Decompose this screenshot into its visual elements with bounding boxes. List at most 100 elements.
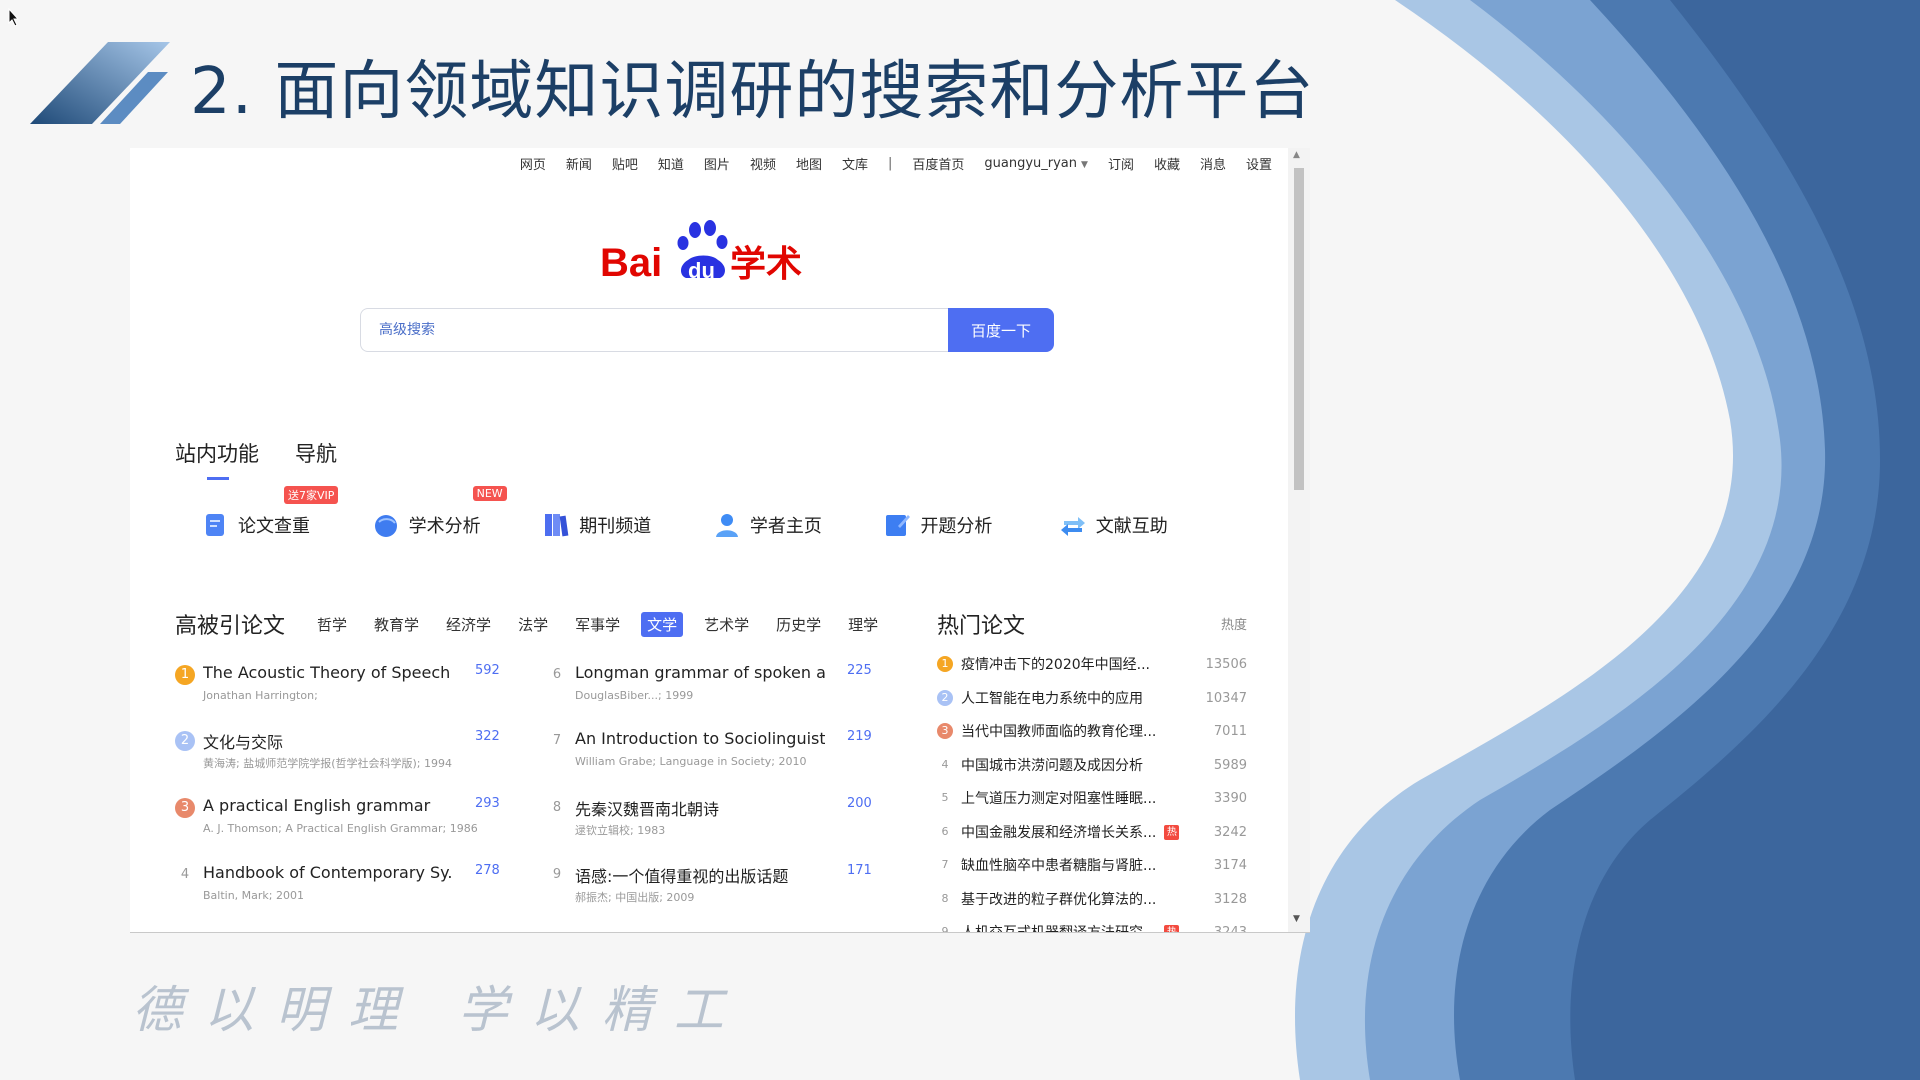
highly-cited-header: 高被引论文 哲学 教育学 经济学 法学 军事学 文学 艺术学 历史学 理学 xyxy=(175,608,899,640)
paper-item[interactable]: 9 语感:一个值得重视的出版话题 郝振杰; 中国出版; 2009 171 xyxy=(547,863,907,923)
subject-tab-literature[interactable]: 文学 xyxy=(641,611,684,637)
nav-link-web[interactable]: 网页 xyxy=(520,154,546,173)
rank-number: 7 xyxy=(941,858,949,871)
subject-tab-law[interactable]: 法学 xyxy=(512,612,554,637)
hot-paper-item[interactable]: 1 疫情冲击下的2020年中国经... 13506 xyxy=(937,653,1247,675)
rank-medal-icon: 2 xyxy=(937,690,953,706)
nav-link-news[interactable]: 新闻 xyxy=(566,154,592,173)
feature-literature-help[interactable]: 文献互助 xyxy=(1060,512,1202,538)
user-menu[interactable]: guangyu_ryan ▼ xyxy=(984,156,1088,171)
feature-proposal-analysis[interactable]: 开题分析 xyxy=(884,512,1059,538)
paper-meta: Jonathan Harrington; xyxy=(203,689,318,702)
nav-link-zhidao[interactable]: 知道 xyxy=(658,154,684,173)
hot-paper-item[interactable]: 8 基于改进的粒子群优化算法的... 3128 xyxy=(937,888,1248,910)
hot-paper-title[interactable]: 缺血性脑卒中患者糖脂与肾脏... xyxy=(961,855,1156,875)
rank-number: 9 xyxy=(552,867,562,882)
search-button[interactable]: 百度一下 xyxy=(948,308,1054,352)
hot-value: 5989 xyxy=(1213,757,1247,773)
hot-paper-item[interactable]: 6 中国金融发展和经济增长关系... 热 3242 xyxy=(937,821,1247,843)
paper-item[interactable]: 7 An Introduction to Sociolinguist... Wi… xyxy=(547,729,907,789)
hot-paper-title[interactable]: 上气道压力测定对阻塞性睡眠... xyxy=(961,788,1156,808)
hot-sort-label[interactable]: 热度 xyxy=(1221,614,1247,633)
paper-title[interactable]: Handbook of Contemporary Sy... xyxy=(203,863,453,882)
feature-scholar-homepage[interactable]: 学者主页 xyxy=(714,512,885,538)
paper-title[interactable]: An Introduction to Sociolinguist... xyxy=(575,729,825,748)
feature-label: 文献互助 xyxy=(1095,516,1168,537)
feature-label: 期刊频道 xyxy=(579,516,652,537)
paper-item[interactable]: 8 先秦汉魏晋南北朝诗 逯钦立辑校; 1983 200 xyxy=(547,796,907,856)
rank-number: 8 xyxy=(941,892,949,905)
hot-paper-title[interactable]: 人工智能在电力系统中的应用 xyxy=(961,688,1143,708)
feature-label: 学术分析 xyxy=(408,516,481,537)
calligraphy-motto: 德以明理 学以精工 xyxy=(132,981,746,1039)
citation-count: 225 xyxy=(847,663,872,678)
paper-item[interactable]: 3 A practical English grammar A. J. Thom… xyxy=(175,796,535,856)
search-input[interactable] xyxy=(361,309,950,351)
baidu-scholar-logo[interactable]: Bai du 学术 xyxy=(600,218,840,288)
hot-paper-title[interactable]: 当代中国教师面临的教育伦理... xyxy=(961,721,1156,741)
hot-paper-title[interactable]: 疫情冲击下的2020年中国经... xyxy=(961,654,1150,674)
paper-meta: 逯钦立辑校; 1983 xyxy=(575,824,666,837)
subject-tab-philosophy[interactable]: 哲学 xyxy=(311,612,353,637)
nav-separator: | xyxy=(887,156,893,171)
paper-title[interactable]: Longman grammar of spoken a... xyxy=(575,663,825,682)
feature-academic-analysis[interactable]: 学术分析 NEW xyxy=(373,486,544,538)
chevron-down-icon: ▼ xyxy=(1081,160,1088,170)
paper-meta: 黄海涛; 盐城师范学院学报(哲学社会科学版); 1994 xyxy=(203,757,452,770)
nav-link-map[interactable]: 地图 xyxy=(796,154,822,173)
tab-site-functions[interactable]: 站内功能 xyxy=(175,438,259,480)
subject-tab-history[interactable]: 历史学 xyxy=(770,612,827,637)
nav-link-baidu-home[interactable]: 百度首页 xyxy=(912,154,964,173)
feature-plagiarism-check[interactable]: 论文查重 送7家VIP xyxy=(202,486,373,538)
scholar-person-icon xyxy=(715,514,738,537)
paper-title[interactable]: A practical English grammar xyxy=(203,796,453,815)
nav-link-settings[interactable]: 设置 xyxy=(1246,154,1272,173)
hot-paper-item[interactable]: 3 当代中国教师面临的教育伦理... 7011 xyxy=(937,720,1247,742)
paper-item[interactable]: 2 文化与交际 黄海涛; 盐城师范学院学报(哲学社会科学版); 1994 322 xyxy=(175,729,535,789)
nav-link-messages[interactable]: 消息 xyxy=(1200,154,1226,173)
citation-count: 219 xyxy=(847,729,872,744)
feature-journal-channel[interactable]: 期刊频道 xyxy=(543,512,714,538)
vertical-scrollbar[interactable]: ▲ ▼ xyxy=(1288,148,1310,932)
scrollbar-thumb[interactable] xyxy=(1294,168,1304,490)
rank-medal-icon: 3 xyxy=(175,798,195,818)
paper-item[interactable]: 6 Longman grammar of spoken a... Douglas… xyxy=(547,663,907,723)
nav-link-tieba[interactable]: 贴吧 xyxy=(612,154,638,173)
exchange-arrows-icon xyxy=(1060,517,1085,536)
subject-tab-education[interactable]: 教育学 xyxy=(368,612,425,637)
hot-paper-title[interactable]: 基于改进的粒子群优化算法的... xyxy=(961,889,1156,909)
paper-meta: William Grabe; Language in Society; 2010 xyxy=(575,755,807,768)
paper-meta: DouglasBiber...; 1999 xyxy=(575,689,694,702)
scroll-down-arrow-icon[interactable]: ▼ xyxy=(1293,914,1300,924)
hot-paper-item[interactable]: 7 缺血性脑卒中患者糖脂与肾脏... 3174 xyxy=(937,854,1248,876)
citation-count: 278 xyxy=(475,863,500,878)
rank-number: 4 xyxy=(180,867,190,882)
paper-title[interactable]: The Acoustic Theory of Speech ... xyxy=(203,663,453,682)
hot-paper-title[interactable]: 中国金融发展和经济增长关系... xyxy=(961,822,1156,842)
scroll-up-arrow-icon[interactable]: ▲ xyxy=(1293,150,1300,160)
paper-title[interactable]: 语感:一个值得重视的出版话题 xyxy=(575,863,825,887)
tab-navigation[interactable]: 导航 xyxy=(295,438,337,468)
paper-title[interactable]: 文化与交际 xyxy=(203,729,453,753)
paper-item[interactable]: 4 Handbook of Contemporary Sy... Baltin,… xyxy=(175,863,535,923)
hot-paper-item[interactable]: 4 中国城市洪涝问题及成因分析 5989 xyxy=(937,754,1248,776)
nav-link-video[interactable]: 视频 xyxy=(750,154,776,173)
nav-link-subscribe[interactable]: 订阅 xyxy=(1108,154,1134,173)
subject-tab-art[interactable]: 艺术学 xyxy=(698,612,755,637)
paper-title[interactable]: 先秦汉魏晋南北朝诗 xyxy=(575,796,825,820)
hot-paper-title[interactable]: 人机交互式机器翻译方法研究... xyxy=(961,922,1156,932)
nav-link-wenku[interactable]: 文库 xyxy=(842,154,868,173)
paper-meta: Baltin, Mark; 2001 xyxy=(203,889,304,902)
subject-tab-economics[interactable]: 经济学 xyxy=(440,612,497,637)
mouse-cursor-icon xyxy=(8,8,20,27)
nav-link-images[interactable]: 图片 xyxy=(704,154,730,173)
paper-item[interactable]: 1 The Acoustic Theory of Speech ... Jona… xyxy=(175,663,535,723)
nav-link-favorites[interactable]: 收藏 xyxy=(1154,154,1180,173)
hot-paper-item[interactable]: 9 人机交互式机器翻译方法研究... 热 3243 xyxy=(937,921,1247,932)
subject-tab-military[interactable]: 军事学 xyxy=(569,612,626,637)
chevron-right-icon[interactable]: › xyxy=(864,614,870,633)
hot-paper-item[interactable]: 2 人工智能在电力系统中的应用 10347 xyxy=(937,687,1247,709)
hot-paper-item[interactable]: 5 上气道压力测定对阻塞性睡眠... 3390 xyxy=(937,787,1248,809)
hot-value: 3242 xyxy=(1213,824,1247,840)
hot-paper-title[interactable]: 中国城市洪涝问题及成因分析 xyxy=(961,755,1143,775)
